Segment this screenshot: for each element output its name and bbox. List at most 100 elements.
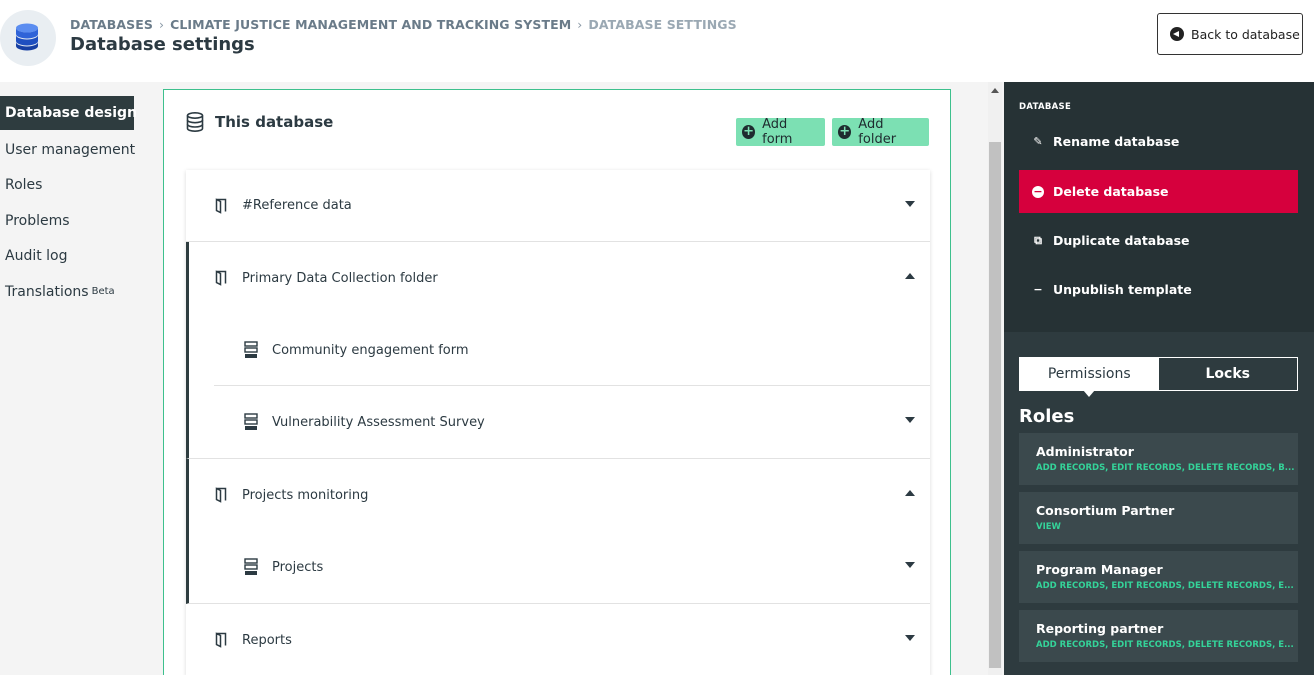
roles-title: Roles <box>1019 406 1075 427</box>
section-heading: DATABASE <box>1019 102 1072 112</box>
back-arrow-icon <box>1170 27 1184 41</box>
nav-item-label: Database design <box>5 105 138 121</box>
tree-form-projects[interactable]: Projects <box>189 531 930 603</box>
nav-item-audit-log[interactable]: Audit log <box>0 239 140 275</box>
tree-item-label: Projects monitoring <box>242 487 369 503</box>
role-card-consortium-partner[interactable]: Consortium Partner VIEW <box>1019 492 1298 544</box>
chevron-down-icon[interactable] <box>905 201 915 207</box>
breadcrumb-separator-icon: › <box>158 17 165 32</box>
minus-circle-icon: − <box>1032 184 1044 198</box>
tree-item-label: Community engagement form <box>272 342 469 358</box>
database-stack-icon <box>186 112 204 132</box>
tree-folder-reference-data[interactable]: #Reference data <box>186 170 930 242</box>
scrollbar-thumb[interactable] <box>989 142 1001 668</box>
database-icon <box>16 23 38 51</box>
folder-icon <box>215 197 227 214</box>
breadcrumb-database-name[interactable]: CLIMATE JUSTICE MANAGEMENT AND TRACKING … <box>170 17 571 32</box>
action-label: Unpublish template <box>1053 282 1192 297</box>
chevron-up-icon[interactable] <box>905 273 915 279</box>
pencil-icon: ✎ <box>1033 135 1043 148</box>
tab-permissions[interactable]: Permissions <box>1020 358 1159 397</box>
back-to-database-button[interactable]: Back to database <box>1157 13 1303 55</box>
unpublish-template-button[interactable]: − Unpublish template <box>1019 268 1298 311</box>
beta-badge: Beta <box>91 286 115 298</box>
duplicate-database-button[interactable]: ⧉ Duplicate database <box>1019 219 1298 262</box>
chevron-down-icon[interactable] <box>905 635 915 641</box>
role-permissions: ADD RECORDS, EDIT RECORDS, DELETE RECORD… <box>1036 640 1294 650</box>
chevron-up-icon[interactable] <box>905 490 915 496</box>
tree-group-primary-data: Primary Data Collection folder Community… <box>186 242 930 459</box>
form-icon <box>244 413 258 430</box>
add-folder-button[interactable]: + Add folder <box>832 117 929 147</box>
database-actions-section: DATABASE ✎ Rename database − Delete data… <box>1004 82 1314 332</box>
back-to-database-label: Back to database <box>1191 26 1300 42</box>
action-label: Duplicate database <box>1053 233 1190 248</box>
nav-item-label: Translations <box>5 283 89 300</box>
tree-folder-primary-data-collection[interactable]: Primary Data Collection folder <box>189 242 930 314</box>
role-permissions: VIEW <box>1036 522 1061 532</box>
role-permissions: ADD RECORDS, EDIT RECORDS, DELETE RECORD… <box>1036 463 1295 473</box>
nav-item-label: Audit log <box>5 248 68 265</box>
breadcrumb: DATABASES › CLIMATE JUSTICE MANAGEMENT AND… <box>70 17 737 32</box>
tree-folder-projects-monitoring[interactable]: Projects monitoring <box>189 459 930 531</box>
rename-database-button[interactable]: ✎ Rename database <box>1019 120 1298 163</box>
action-label: Delete database <box>1053 184 1169 199</box>
database-logo <box>0 10 56 66</box>
page-header: DATABASES › CLIMATE JUSTICE MANAGEMENT AND… <box>0 0 1314 82</box>
chevron-down-icon[interactable] <box>905 417 915 423</box>
settings-nav: Database design User management Roles Pr… <box>0 96 140 310</box>
nav-item-database-design[interactable]: Database design <box>0 96 138 130</box>
tab-locks[interactable]: Locks <box>1159 358 1298 390</box>
database-actions-panel: DATABASE ✎ Rename database − Delete data… <box>1004 82 1314 675</box>
nav-item-roles[interactable]: Roles <box>0 168 140 204</box>
nav-item-problems[interactable]: Problems <box>0 203 140 239</box>
role-card-reporting-partner[interactable]: Reporting partner ADD RECORDS, EDIT RECO… <box>1019 610 1298 662</box>
breadcrumb-separator-icon: › <box>577 17 583 32</box>
role-name: Reporting partner <box>1036 621 1164 636</box>
role-name: Consortium Partner <box>1036 503 1175 518</box>
scroll-up-arrow-icon[interactable] <box>991 88 999 93</box>
delete-database-button[interactable]: − Delete database <box>1019 170 1298 213</box>
nav-item-label: Roles <box>5 177 43 194</box>
folder-icon <box>215 487 227 503</box>
permissions-tabs: Permissions Locks <box>1019 357 1298 397</box>
database-tree: #Reference data Primary Data Collection … <box>186 170 930 675</box>
tree-folder-reports[interactable]: Reports <box>186 604 930 675</box>
page-title: Database settings <box>70 34 255 55</box>
add-form-label: Add form <box>762 117 793 147</box>
role-name: Administrator <box>1036 444 1134 459</box>
tree-item-label: Projects <box>272 559 324 575</box>
plus-circle-icon: + <box>742 124 756 139</box>
tree-item-label: Vulnerability Assessment Survey <box>272 414 485 430</box>
copy-icon: ⧉ <box>1034 233 1042 247</box>
main-scrollbar[interactable] <box>988 82 1002 675</box>
role-card-program-manager[interactable]: Program Manager ADD RECORDS, EDIT RECORD… <box>1019 551 1298 603</box>
breadcrumb-current: DATABASE SETTINGS <box>588 17 737 32</box>
add-folder-label: Add folder <box>858 117 897 147</box>
nav-item-label: User management <box>5 141 136 158</box>
chevron-down-icon[interactable] <box>905 562 915 568</box>
tree-item-label: Primary Data Collection folder <box>242 270 438 286</box>
folder-icon <box>215 270 227 286</box>
tree-item-label: Reports <box>242 632 292 648</box>
nav-item-user-management[interactable]: User management <box>0 132 140 168</box>
section-title: This database <box>215 113 334 131</box>
nav-item-translations[interactable]: Translations Beta <box>0 274 140 310</box>
tree-item-label: #Reference data <box>242 198 352 213</box>
role-name: Program Manager <box>1036 562 1163 577</box>
role-permissions: ADD RECORDS, EDIT RECORDS, DELETE RECORD… <box>1036 581 1294 591</box>
add-form-button[interactable]: + Add form <box>736 117 825 147</box>
minus-icon: − <box>1033 283 1043 296</box>
tree-group-projects-monitoring: Projects monitoring Projects <box>186 459 930 604</box>
breadcrumb-databases[interactable]: DATABASES <box>70 17 153 32</box>
role-card-administrator[interactable]: Administrator ADD RECORDS, EDIT RECORDS,… <box>1019 433 1298 485</box>
plus-circle-icon: + <box>838 124 852 139</box>
folder-icon <box>215 632 227 648</box>
tree-form-community-engagement[interactable]: Community engagement form <box>189 314 930 386</box>
database-design-panel: This database + Add form + Add folder #R… <box>163 89 951 675</box>
tree-form-vulnerability-assessment[interactable]: Vulnerability Assessment Survey <box>189 386 930 458</box>
nav-item-label: Problems <box>5 212 70 229</box>
form-icon <box>244 341 258 358</box>
form-icon <box>244 558 258 575</box>
action-label: Rename database <box>1053 134 1180 149</box>
